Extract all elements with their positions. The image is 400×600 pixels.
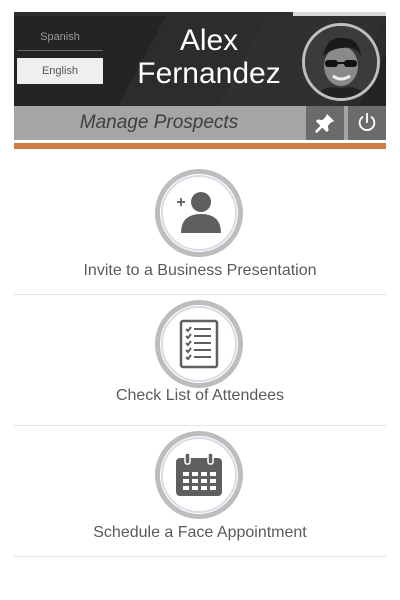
icon-circle (155, 431, 243, 519)
section-bar: Manage Prospects (14, 106, 386, 140)
avatar-image (305, 26, 377, 98)
pin-icon (314, 113, 335, 134)
power-button[interactable] (348, 106, 386, 140)
power-icon (358, 112, 376, 131)
section-title: Manage Prospects (79, 112, 239, 133)
add-user-icon (177, 192, 221, 233)
menu-item-invite[interactable]: Invite to a Business Presentation (14, 164, 386, 295)
action-menu: Invite to a Business Presentation Check … (14, 164, 386, 557)
menu-item-label: Schedule a Face Appointment (93, 524, 307, 541)
menu-item-label: Invite to a Business Presentation (83, 262, 317, 279)
language-option-spanish[interactable]: Spanish (17, 24, 103, 51)
user-name: Alex Fernandez (137, 24, 281, 90)
avatar[interactable] (302, 23, 380, 101)
menu-item-schedule[interactable]: Schedule a Face Appointment (14, 426, 386, 557)
accent-divider (14, 143, 386, 149)
pin-button[interactable] (306, 106, 344, 140)
language-option-english[interactable]: English (17, 58, 103, 84)
menu-item-label: Check List of Attendees (115, 387, 285, 404)
icon-circle (155, 300, 243, 388)
checklist-icon (179, 319, 219, 369)
menu-item-checklist[interactable]: Check List of Attendees (14, 295, 386, 426)
profile-header: Spanish English Alex Fernandez (14, 16, 386, 106)
calendar-icon (176, 452, 222, 496)
icon-circle (155, 169, 243, 257)
